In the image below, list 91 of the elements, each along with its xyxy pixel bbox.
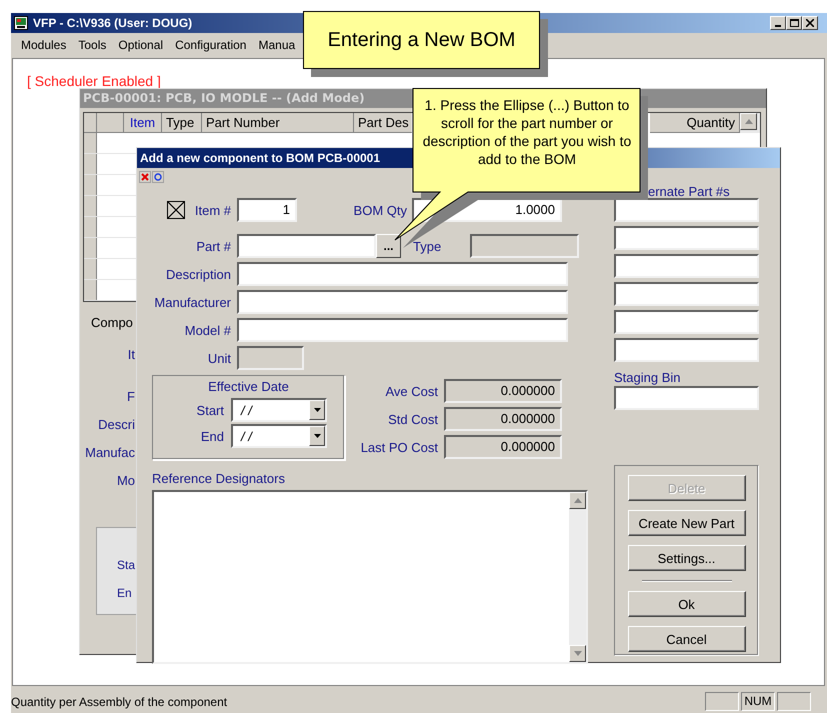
toolbar-button[interactable] bbox=[152, 171, 164, 183]
row-selector[interactable] bbox=[84, 154, 97, 174]
field-label: Last PO Cost bbox=[360, 440, 438, 454]
status-pane: NUM bbox=[741, 692, 775, 711]
input-field[interactable] bbox=[237, 262, 568, 286]
input-field[interactable] bbox=[614, 282, 759, 306]
ellipsis-button[interactable]: ... bbox=[376, 234, 401, 258]
grid-corner bbox=[84, 113, 97, 133]
input-field[interactable] bbox=[237, 290, 568, 314]
field-label: End bbox=[200, 428, 224, 444]
input-field bbox=[237, 346, 304, 370]
row-selector[interactable] bbox=[84, 238, 97, 258]
scroll-down-button[interactable] bbox=[569, 645, 586, 662]
input-field[interactable] bbox=[237, 234, 376, 258]
cost-field: 0.000000 bbox=[444, 379, 562, 403]
row-selector[interactable] bbox=[84, 280, 97, 300]
dialog-button[interactable]: Create New Part bbox=[628, 510, 746, 536]
caret-icon bbox=[314, 434, 320, 438]
date-dropdown[interactable]: / / bbox=[231, 424, 327, 448]
field-label: Manufac bbox=[85, 445, 135, 462]
status-text: Quantity per Assembly of the component bbox=[11, 694, 228, 708]
group-title: Effective Date bbox=[208, 379, 289, 394]
field-label: Sta bbox=[117, 558, 136, 572]
column-header[interactable]: Item bbox=[124, 113, 162, 133]
arrow-down-icon bbox=[574, 651, 582, 656]
scroll-up-button[interactable] bbox=[569, 492, 586, 509]
input-field[interactable] bbox=[237, 318, 568, 342]
section-label: Compo bbox=[91, 315, 133, 330]
field-label: It bbox=[128, 347, 135, 364]
column-header[interactable]: Part Des bbox=[354, 113, 412, 133]
field-label: Ave Cost bbox=[384, 384, 438, 398]
minimize-button[interactable] bbox=[770, 16, 786, 30]
column-header[interactable]: Quantity bbox=[650, 113, 740, 133]
close-icon bbox=[806, 19, 814, 27]
checkbox[interactable] bbox=[166, 201, 185, 219]
menu-item[interactable]: Manua bbox=[252, 38, 302, 52]
input-field[interactable] bbox=[614, 254, 759, 278]
menu-item[interactable]: Tools bbox=[72, 38, 112, 52]
row-selector[interactable] bbox=[84, 133, 97, 153]
input-field[interactable] bbox=[614, 226, 759, 250]
menu-item[interactable]: Configuration bbox=[169, 38, 252, 52]
maximize-icon bbox=[790, 19, 798, 27]
dialog-button[interactable]: Ok bbox=[628, 591, 746, 617]
field-label: Type bbox=[413, 238, 442, 254]
arrow-up-icon bbox=[744, 119, 752, 124]
cost-field: 0.000000 bbox=[444, 407, 562, 431]
input-field[interactable] bbox=[614, 310, 759, 334]
close-icon bbox=[141, 173, 149, 181]
field-label: F bbox=[127, 389, 135, 406]
field-label: En bbox=[117, 586, 132, 600]
app-icon bbox=[14, 16, 28, 30]
maximize-button[interactable] bbox=[786, 16, 802, 30]
menu-item[interactable]: Optional bbox=[112, 38, 170, 52]
dialog-button[interactable]: Cancel bbox=[628, 626, 746, 652]
input-field[interactable] bbox=[614, 198, 759, 222]
column-header[interactable]: Type bbox=[162, 113, 202, 133]
status-pane bbox=[777, 692, 811, 711]
cost-field: 0.000000 bbox=[444, 435, 562, 459]
row-selector[interactable] bbox=[84, 217, 97, 237]
field-label: Reference Designators bbox=[152, 471, 286, 486]
field-label: Item # bbox=[194, 202, 231, 218]
input-field[interactable]: 1 bbox=[237, 198, 297, 222]
date-dropdown[interactable]: / / bbox=[231, 398, 327, 422]
row-selector[interactable] bbox=[84, 259, 97, 279]
status-pane bbox=[705, 692, 739, 711]
field-label: Staging Bin bbox=[614, 370, 682, 385]
window-title: VFP - C:\V936 (User: DOUG) bbox=[33, 16, 192, 30]
caret-icon bbox=[314, 408, 320, 412]
field-label: Mo bbox=[116, 473, 135, 490]
field-label: Unit bbox=[206, 350, 231, 366]
field-label: Std Cost bbox=[387, 412, 438, 426]
field-label: Description bbox=[164, 266, 231, 282]
dialog-title: Add a new component to BOM PCB-00001 bbox=[140, 151, 380, 165]
dialog-button[interactable]: Settings... bbox=[628, 545, 746, 571]
arrow-up-icon bbox=[574, 498, 582, 503]
scroll-up-button[interactable] bbox=[740, 113, 757, 130]
input-field[interactable] bbox=[614, 386, 759, 410]
field-label: ernate Part #s bbox=[647, 186, 731, 198]
column-header[interactable]: Part Number bbox=[202, 113, 354, 133]
field-label: Model # bbox=[184, 322, 231, 338]
field-label: Manufacturer bbox=[153, 294, 231, 310]
field-label: Start bbox=[196, 402, 224, 418]
field-label: Descri bbox=[98, 417, 135, 434]
menu-item[interactable]: Modules bbox=[15, 38, 72, 52]
input-field[interactable] bbox=[614, 338, 759, 362]
column-header[interactable] bbox=[97, 113, 124, 133]
row-selector[interactable] bbox=[84, 196, 97, 216]
field-label: BOM Qty bbox=[352, 202, 407, 218]
row-selector[interactable] bbox=[84, 175, 97, 195]
circle-icon bbox=[154, 173, 162, 181]
field-label: Part # bbox=[195, 238, 231, 254]
